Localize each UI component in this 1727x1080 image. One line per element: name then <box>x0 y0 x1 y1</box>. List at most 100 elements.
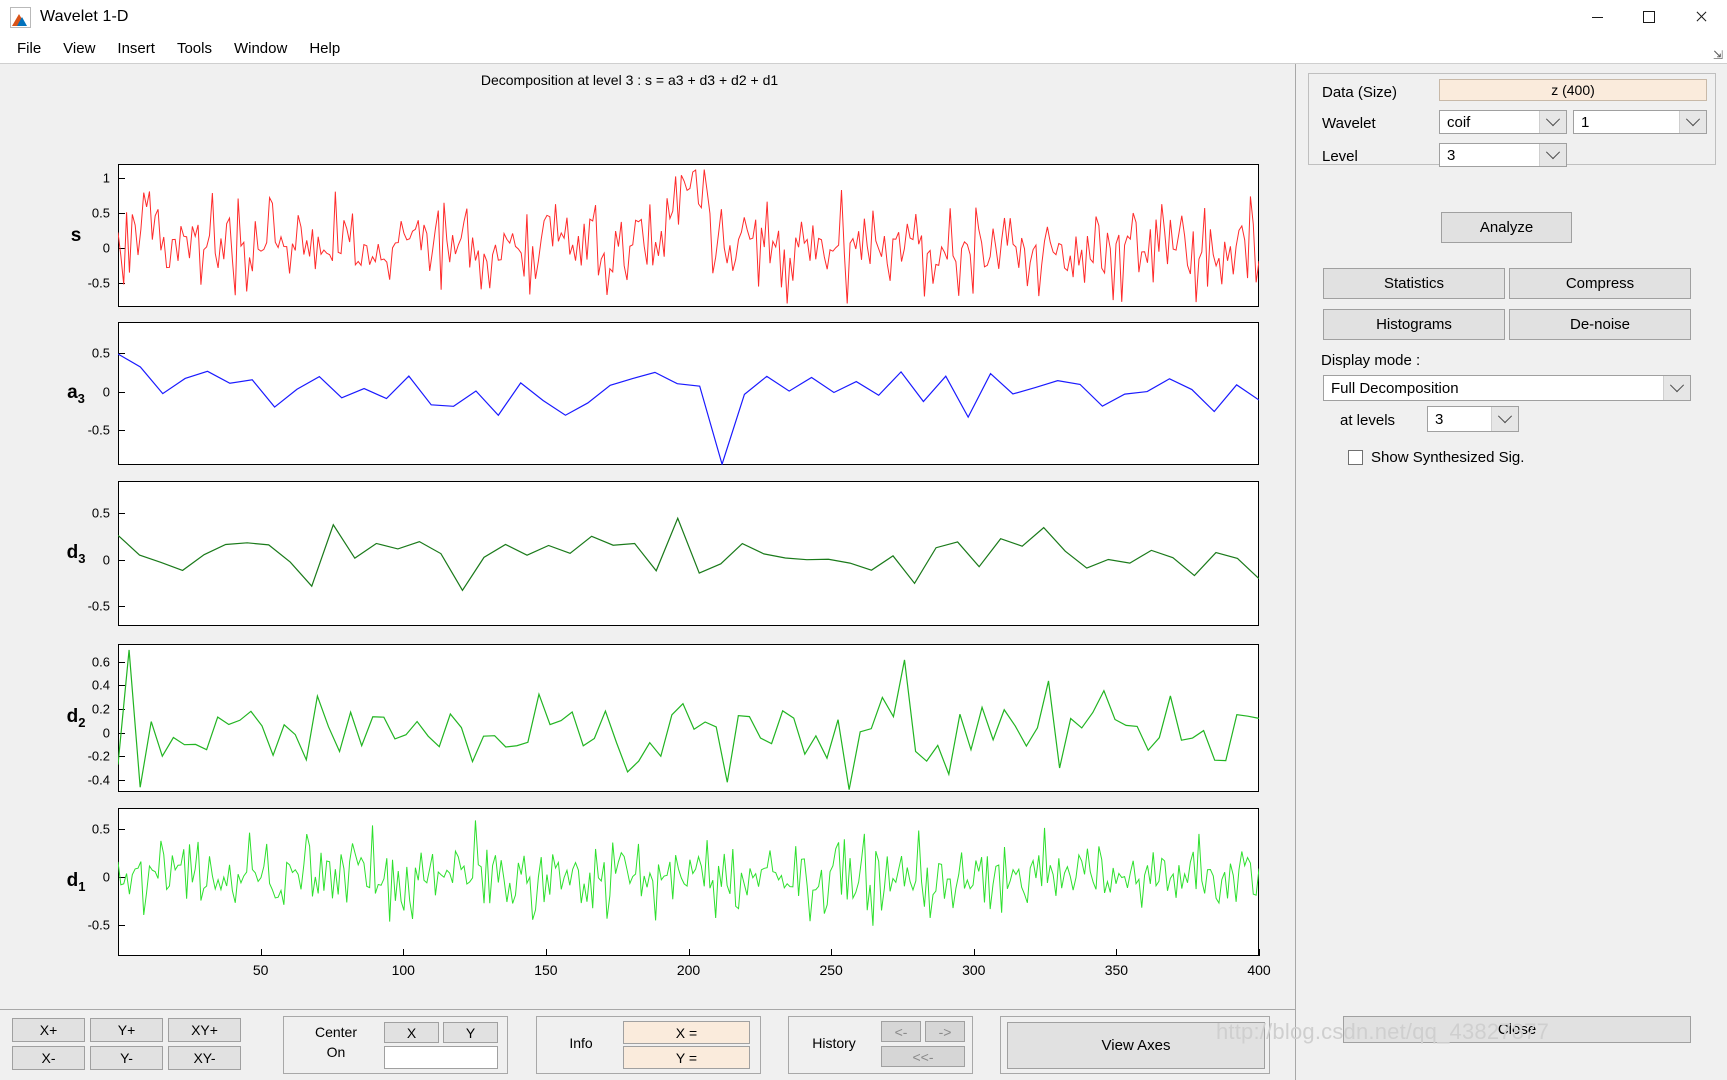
zoom-x-minus-button[interactable]: X- <box>12 1046 85 1070</box>
denoise-button[interactable]: De-noise <box>1509 309 1691 340</box>
ytick-d1-0.5: 0.5 <box>91 821 110 837</box>
center-on-x-button[interactable]: X <box>384 1022 439 1043</box>
menu-bar: File View Insert Tools Window Help ⇲ <box>0 34 1727 64</box>
history-reset-button[interactable]: <<- <box>881 1046 965 1067</box>
ytick-s-0.5: 0.5 <box>91 205 110 221</box>
view-axes-button[interactable]: View Axes <box>1007 1022 1265 1069</box>
xtick-label-200: 200 <box>676 962 701 978</box>
data-size-value: z (400) <box>1439 79 1707 101</box>
xtick-mark <box>831 949 833 956</box>
xtick-label-150: 150 <box>534 962 558 978</box>
subplot-s[interactable]: s 1 0.5 0 -0.5 <box>71 164 1259 307</box>
xtick-label-400: 400 <box>1247 962 1271 978</box>
menu-window[interactable]: Window <box>223 37 298 60</box>
minimize-icon <box>1591 16 1603 18</box>
info-y-value: Y = <box>623 1046 750 1069</box>
title-bar: Wavelet 1-D <box>0 0 1727 34</box>
compress-button[interactable]: Compress <box>1509 268 1691 299</box>
maximize-icon <box>1643 11 1655 23</box>
wavelet-label: Wavelet <box>1322 115 1376 132</box>
center-on-value-input[interactable] <box>384 1046 498 1069</box>
ytick-s-0: 0 <box>102 240 110 256</box>
history-forward-button[interactable]: -> <box>925 1021 965 1042</box>
center-on-label-line2: On <box>326 1044 346 1060</box>
center-on-y-button[interactable]: Y <box>443 1022 498 1043</box>
show-synthesized-label: Show Synthesized Sig. <box>1371 449 1525 466</box>
app-icon <box>10 6 31 28</box>
subplot-label-a3: a3 <box>67 381 85 406</box>
ytick-d3-0.5: 0.5 <box>91 505 110 521</box>
zoom-y-plus-button[interactable]: Y+ <box>90 1018 163 1042</box>
show-synthesized-checkbox[interactable] <box>1348 450 1363 465</box>
chevron-down-icon <box>1491 407 1518 431</box>
view-axes-panel: View Axes <box>1000 1016 1270 1074</box>
subplot-label-s: s <box>70 224 82 246</box>
wavelet-family-select[interactable]: coif <box>1439 110 1567 134</box>
menu-help[interactable]: Help <box>298 37 351 60</box>
zoom-x-plus-button[interactable]: X+ <box>12 1018 85 1042</box>
history-label: History <box>812 1035 856 1051</box>
info-panel: Info X = Y = <box>536 1016 761 1074</box>
ytick-d3--0.5: -0.5 <box>87 598 110 614</box>
chevron-down-icon <box>1679 111 1706 133</box>
display-mode-value: Full Decomposition <box>1331 379 1459 397</box>
analyze-button[interactable]: Analyze <box>1441 212 1572 243</box>
xtick-mark <box>1116 949 1118 956</box>
close-icon <box>1695 11 1707 23</box>
chevron-down-icon <box>1663 376 1690 400</box>
subplot-d2[interactable]: d2 0.6 0.4 0.2 0 -0.2 -0.4 <box>67 644 1259 792</box>
subplot-d1[interactable]: d1 0.5 0 -0.5 <box>67 808 1259 956</box>
minimize-button[interactable] <box>1571 0 1623 34</box>
subplot-d3[interactable]: d3 0.5 0 -0.5 <box>67 481 1259 626</box>
x-axis-tick-labels: 50 100 150 200 250 300 350 400 <box>118 949 1271 990</box>
xtick-mark <box>260 949 262 956</box>
signal-trace-d1 <box>118 808 1259 956</box>
window-controls <box>1571 0 1727 34</box>
zoom-xy-plus-button[interactable]: XY+ <box>168 1018 241 1042</box>
xtick-mark <box>1259 949 1260 956</box>
ytick-a3-0: 0 <box>102 384 110 400</box>
xtick-label-100: 100 <box>391 962 415 978</box>
ytick-a3-0.5: 0.5 <box>91 345 110 361</box>
level-label: Level <box>1322 148 1358 165</box>
at-levels-value: 3 <box>1435 410 1444 428</box>
chevron-down-icon <box>1539 111 1566 133</box>
ytick-d2--0.2: -0.2 <box>87 748 110 764</box>
menu-tools[interactable]: Tools <box>166 37 223 60</box>
zoom-y-minus-button[interactable]: Y- <box>90 1046 163 1070</box>
display-mode-select[interactable]: Full Decomposition <box>1323 375 1691 401</box>
xtick-label-250: 250 <box>819 962 843 978</box>
ytick-s--0.5: -0.5 <box>87 275 110 291</box>
display-mode-label: Display mode : <box>1321 352 1421 369</box>
xtick-mark <box>403 949 405 956</box>
ytick-d2-0.6: 0.6 <box>91 654 110 670</box>
close-button[interactable]: Close <box>1343 1016 1691 1043</box>
maximize-button[interactable] <box>1623 0 1675 34</box>
signal-trace-d3 <box>118 481 1259 626</box>
wavelet-number-select[interactable]: 1 <box>1573 110 1707 134</box>
histograms-button[interactable]: Histograms <box>1323 309 1505 340</box>
wavelet-number-value: 1 <box>1581 113 1590 131</box>
statistics-button[interactable]: Statistics <box>1323 268 1505 299</box>
menu-view[interactable]: View <box>52 37 106 60</box>
subplot-label-d1: d1 <box>66 870 86 894</box>
center-on-panel: Center On X Y <box>283 1016 508 1074</box>
history-back-button[interactable]: <- <box>881 1021 921 1042</box>
close-window-button[interactable] <box>1675 0 1727 34</box>
center-on-label-line1: Center <box>314 1024 358 1040</box>
level-select[interactable]: 3 <box>1439 143 1567 167</box>
subplot-a3[interactable]: a3 0.5 0 -0.5 <box>67 322 1259 465</box>
menu-insert[interactable]: Insert <box>106 37 166 60</box>
ytick-d2-0: 0 <box>102 725 110 741</box>
show-synthesized-signal-row[interactable]: Show Synthesized Sig. <box>1348 449 1524 466</box>
wavelet-family-value: coif <box>1447 113 1471 131</box>
zoom-xy-minus-button[interactable]: XY- <box>168 1046 241 1070</box>
ytick-d2-0.4: 0.4 <box>91 677 110 693</box>
at-levels-select[interactable]: 3 <box>1427 406 1519 432</box>
ytick-d1-0: 0 <box>102 869 110 885</box>
info-x-value: X = <box>623 1021 750 1044</box>
ytick-d2-0.2: 0.2 <box>91 701 110 717</box>
xtick-label-300: 300 <box>962 962 986 978</box>
menu-file[interactable]: File <box>6 37 52 60</box>
subplot-label-d3: d3 <box>66 541 86 566</box>
